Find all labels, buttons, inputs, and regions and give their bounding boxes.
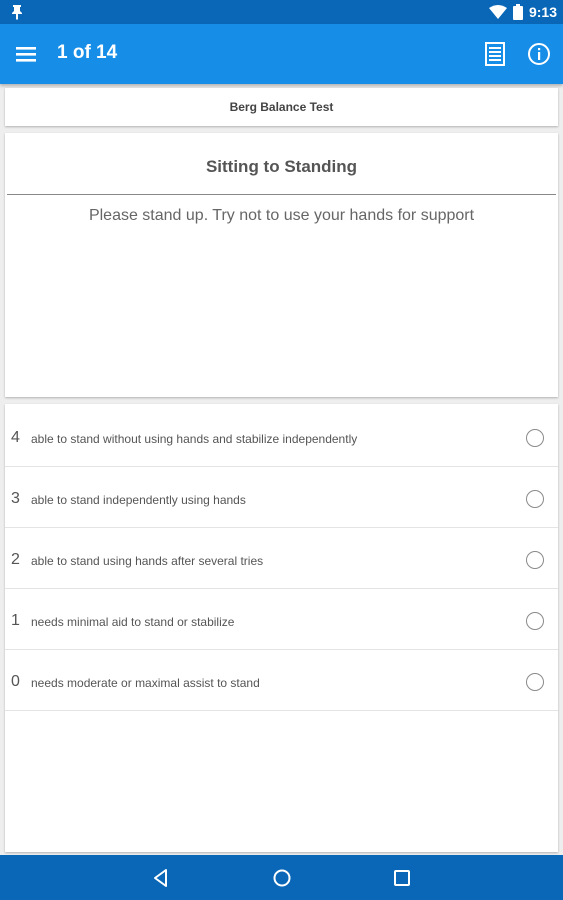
battery-icon (512, 4, 523, 20)
option-score: 0 (11, 673, 20, 690)
option-text: able to stand without using hands and st… (31, 432, 358, 446)
system-nav-bar (0, 855, 563, 900)
document-icon[interactable] (484, 41, 506, 67)
notification-pin-icon (12, 5, 22, 20)
option-row-score-0[interactable]: 0 needs moderate or maximal assist to st… (5, 650, 558, 711)
option-row-score-1[interactable]: 1 needs minimal aid to stand or stabiliz… (5, 589, 558, 650)
option-row-score-3[interactable]: 3 able to stand independently using hand… (5, 467, 558, 528)
option-radio[interactable] (526, 490, 544, 508)
item-instruction: Please stand up. Try not to use your han… (88, 207, 475, 224)
info-icon[interactable] (527, 42, 551, 66)
option-row-score-2[interactable]: 2 able to stand using hands after severa… (5, 528, 558, 589)
status-icons: 9:13 (488, 3, 557, 21)
option-score: 4 (11, 429, 20, 446)
wifi-icon (488, 5, 507, 19)
option-radio[interactable] (526, 429, 544, 447)
status-time: 9:13 (528, 4, 557, 20)
option-row-score-4[interactable]: 4 able to stand without using hands and … (5, 406, 558, 467)
test-name: Berg Balance Test (229, 100, 334, 114)
option-text: able to stand using hands after several … (31, 554, 264, 568)
test-item-card: Sitting to Standing Please stand up. Try… (5, 133, 558, 397)
option-text: needs minimal aid to stand or stabilize (31, 615, 235, 629)
menu-icon[interactable] (14, 42, 40, 66)
score-options-card: 4 able to stand without using hands and … (5, 404, 558, 852)
divider (7, 194, 556, 195)
test-name-card: Berg Balance Test (5, 88, 558, 126)
item-title: Sitting to Standing (205, 157, 358, 176)
option-radio[interactable] (526, 673, 544, 691)
back-icon[interactable] (150, 867, 172, 889)
home-icon[interactable] (271, 867, 293, 889)
option-radio[interactable] (526, 551, 544, 569)
option-score: 3 (11, 490, 20, 507)
recents-icon[interactable] (391, 867, 413, 889)
status-bar: 9:13 (0, 0, 563, 24)
option-radio[interactable] (526, 612, 544, 630)
app-bar: 1 of 14 (0, 24, 563, 84)
option-score: 1 (11, 612, 20, 629)
option-text: needs moderate or maximal assist to stan… (31, 676, 260, 690)
page-counter-title: 1 of 14 (57, 42, 118, 63)
option-text: able to stand independently using hands (31, 493, 246, 507)
option-score: 2 (11, 551, 20, 568)
